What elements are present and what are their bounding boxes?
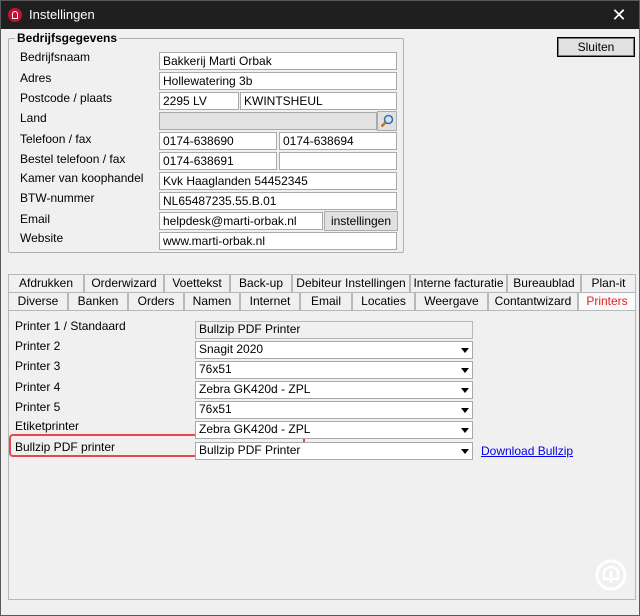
printer-2-select[interactable]: Snagit 2020 [195,341,473,359]
printers-panel: Printer 1 / Standaard Printer 2 Printer … [8,310,636,600]
label-website: Website [20,231,64,245]
kvk-field[interactable]: Kvk Haaglanden 54452345 [159,172,397,190]
label-adres: Adres [20,71,52,85]
tab-row-2: Diverse Banken Orders Namen Internet Ema… [8,292,636,311]
label-bedrijfsnaam: Bedrijfsnaam [20,50,91,64]
search-icon [380,114,394,128]
printer-3-value: 76x51 [199,362,232,376]
tab-bureaublad[interactable]: Bureaublad [507,274,581,292]
logo-watermark-icon [595,559,627,591]
website-field[interactable]: www.marti-orbak.nl [159,232,397,250]
tab-row-1: Afdrukken Orderwizard Voettekst Back-up … [8,274,636,292]
label-printer-2: Printer 2 [15,339,61,353]
label-printer-1: Printer 1 / Standaard [15,319,126,333]
close-icon[interactable]: ✕ [607,4,631,26]
chevron-down-icon[interactable] [457,342,472,358]
bedrijfsnaam-field[interactable]: Bakkerij Marti Orbak [159,52,397,70]
label-btw: BTW-nummer [20,191,95,205]
tab-orderwizard[interactable]: Orderwizard [84,274,164,292]
bullzip-printer-select[interactable]: Bullzip PDF Printer [195,442,473,460]
tab-interne-facturatie[interactable]: Interne facturatie [410,274,507,292]
printer-5-value: 76x51 [199,402,232,416]
printer-3-select[interactable]: 76x51 [195,361,473,379]
label-printer-4: Printer 4 [15,380,61,394]
group-title: Bedrijfsgegevens [17,31,118,45]
tab-voettekst[interactable]: Voettekst [164,274,230,292]
printer-5-select[interactable]: 76x51 [195,401,473,419]
tab-diverse[interactable]: Diverse [8,292,68,310]
bestel-telefoon-field[interactable]: 0174-638691 [159,152,277,170]
chevron-down-icon[interactable] [457,443,472,459]
printer-1-value: Bullzip PDF Printer [199,322,301,336]
fax-field[interactable]: 0174-638694 [279,132,397,150]
tab-debiteur-instellingen[interactable]: Debiteur Instellingen [292,274,410,292]
printer-4-value: Zebra GK420d - ZPL [199,382,311,396]
land-search-button[interactable] [377,111,397,131]
bestel-fax-field[interactable] [279,152,397,170]
tab-email[interactable]: Email [300,292,352,310]
label-kvk: Kamer van koophandel [20,171,144,185]
plaats-field[interactable]: KWINTSHEUL [240,92,397,110]
title-bar: Instellingen ✕ [1,1,639,29]
app-logo-icon [8,8,22,22]
label-bullzip: Bullzip PDF printer [15,440,116,454]
chevron-down-icon[interactable] [457,422,472,438]
chevron-down-icon[interactable] [457,382,472,398]
label-email: Email [20,212,51,226]
telefoon-field[interactable]: 0174-638690 [159,132,277,150]
tab-plan-it[interactable]: Plan-it [581,274,636,292]
window-title: Instellingen [29,7,95,22]
tab-orders[interactable]: Orders [128,292,184,310]
etiketprinter-value: Zebra GK420d - ZPL [199,422,311,436]
printer-2-value: Snagit 2020 [199,342,264,356]
bullzip-printer-value: Bullzip PDF Printer [199,443,301,457]
tab-afdrukken[interactable]: Afdrukken [8,274,84,292]
printer-1-field: Bullzip PDF Printer [195,321,473,339]
email-field[interactable]: helpdesk@marti-orbak.nl [159,212,323,230]
tab-printers[interactable]: Printers [578,292,636,311]
label-printer-3: Printer 3 [15,359,61,373]
land-field[interactable] [159,112,377,130]
printer-4-select[interactable]: Zebra GK420d - ZPL [195,381,473,399]
postcode-field[interactable]: 2295 LV [159,92,239,110]
tab-weergave[interactable]: Weergave [415,292,488,310]
email-settings-button[interactable]: instellingen [324,211,398,231]
label-land: Land [20,111,47,125]
tab-internet[interactable]: Internet [240,292,300,310]
label-postcode: Postcode / plaats [20,91,113,105]
label-etiketprinter: Etiketprinter [15,419,80,433]
adres-field[interactable]: Hollewatering 3b [159,72,397,90]
tab-banken[interactable]: Banken [68,292,128,310]
tab-locaties[interactable]: Locaties [352,292,415,310]
label-printer-5: Printer 5 [15,400,61,414]
tab-namen[interactable]: Namen [184,292,240,310]
close-button[interactable]: Sluiten [557,37,635,57]
tab-back-up[interactable]: Back-up [230,274,292,292]
chevron-down-icon[interactable] [457,402,472,418]
download-bullzip-link[interactable]: Download Bullzip [481,444,573,458]
label-bestel-telefoon: Bestel telefoon / fax [20,152,126,166]
label-telefoon: Telefoon / fax [20,132,92,146]
btw-field[interactable]: NL65487235.55.B.01 [159,192,397,210]
etiketprinter-select[interactable]: Zebra GK420d - ZPL [195,421,473,439]
tab-contantwizard[interactable]: Contantwizard [488,292,578,310]
settings-window: Instellingen ✕ Bedrijfsgegevens Bedrijfs… [0,0,640,616]
window-content: Bedrijfsgegevens Bedrijfsnaam Adres Post… [1,29,639,615]
chevron-down-icon[interactable] [457,362,472,378]
